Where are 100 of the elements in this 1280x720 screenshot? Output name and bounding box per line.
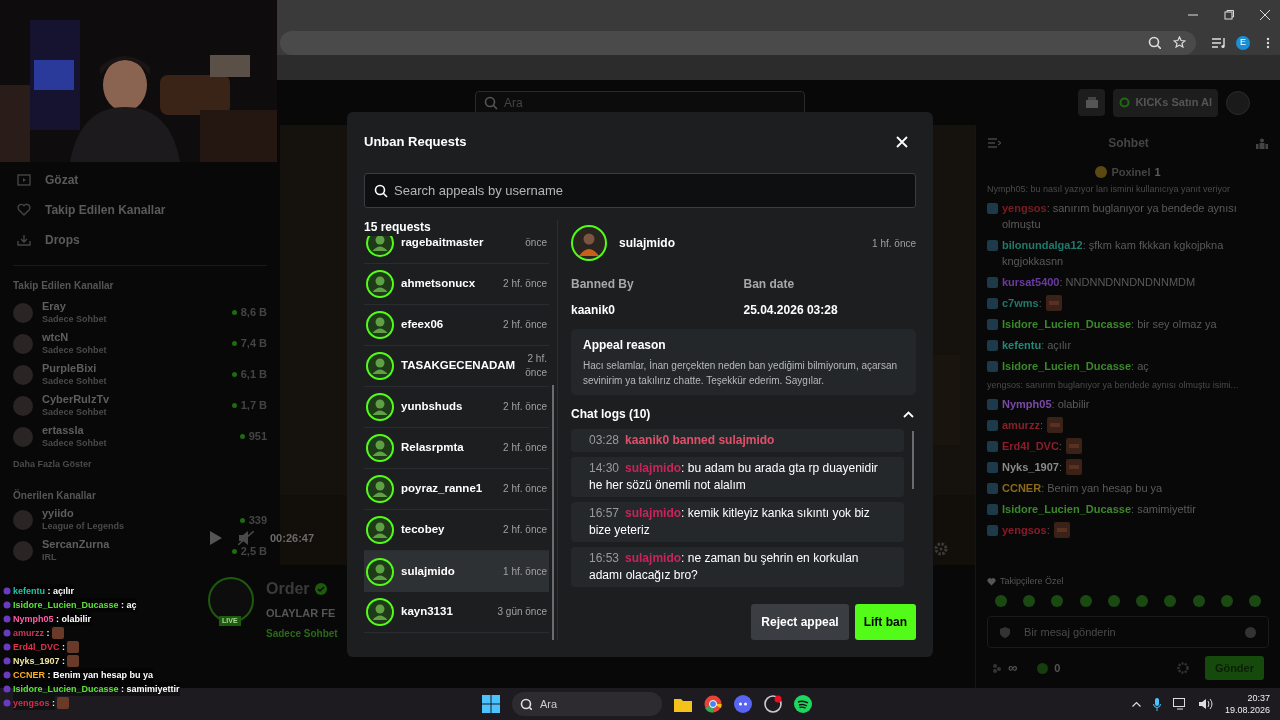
- game-app-icon[interactable]: [764, 695, 782, 713]
- message-input[interactable]: Bir mesaj gönderin: [987, 616, 1269, 648]
- microphone-icon[interactable]: [1152, 697, 1161, 711]
- emote-icon: [51, 627, 64, 639]
- emote-icon[interactable]: [1247, 594, 1262, 608]
- collapse-icon[interactable]: [988, 138, 1001, 148]
- emote-icon: [1046, 417, 1063, 433]
- reject-button[interactable]: Reject appeal: [751, 604, 849, 640]
- profile-button[interactable]: E: [1236, 35, 1250, 50]
- section-title: Önerilen Kanallar: [13, 488, 97, 503]
- play-icon[interactable]: [210, 531, 222, 546]
- settings-icon[interactable]: [1176, 662, 1189, 674]
- maximize-icon[interactable]: [1224, 10, 1234, 20]
- channel-item[interactable]: PurpleBixi Sadece Sohbet 6,1 B: [13, 359, 267, 390]
- live-dot-icon: [239, 434, 245, 439]
- chat-log-entry: 03:28 kaanik0 banned sulajmido: [571, 429, 904, 452]
- search-field[interactable]: Search appeals by username: [364, 173, 916, 208]
- avatar: [366, 352, 394, 380]
- followers-only-label: Takipçilere Özel: [1000, 574, 1064, 588]
- search-icon: [484, 95, 498, 110]
- media-icon[interactable]: [1212, 36, 1226, 49]
- channel-item[interactable]: SercanZurna IRL 2,5 B: [13, 535, 267, 567]
- request-item[interactable]: poyraz_ranne1 2 hf. önce: [364, 469, 549, 510]
- request-item[interactable]: ahmetsonucx 2 hf. önce: [364, 264, 549, 305]
- request-item[interactable]: kayn3131 3 gün önce: [364, 592, 549, 633]
- badge-icon: [987, 441, 998, 452]
- channel-item[interactable]: CyberRulzTv Sadece Sohbet 1,7 B: [13, 390, 267, 421]
- close-icon[interactable]: [1260, 10, 1270, 20]
- chat-message: Nyks_1907:: [1002, 460, 1062, 475]
- kicks-count: 0: [1054, 660, 1061, 676]
- stream-category[interactable]: Sadece Sohbet: [266, 625, 338, 641]
- emote-icon[interactable]: [1078, 594, 1093, 608]
- emote-icon: [1065, 438, 1082, 454]
- request-item[interactable]: efeex06 2 hf. önce: [364, 305, 549, 346]
- emote-icon[interactable]: [1163, 594, 1178, 608]
- network-icon[interactable]: [1172, 698, 1187, 710]
- store-button[interactable]: [1078, 89, 1106, 116]
- volume-icon[interactable]: [1198, 698, 1213, 710]
- channel-name: CyberRulzTv: [42, 392, 110, 406]
- nav-item[interactable]: Takip Edilen Kanallar: [13, 195, 267, 225]
- emote-icon[interactable]: [1050, 594, 1065, 608]
- emote-icon[interactable]: [1191, 594, 1206, 608]
- emote-icon: [1065, 459, 1082, 475]
- search-icon: [374, 183, 388, 198]
- chat-app-icon[interactable]: [734, 695, 752, 713]
- avatar: [571, 225, 607, 261]
- overlay-chat-message: yengsos :: [13, 696, 55, 710]
- channel-name: Eray: [42, 299, 67, 313]
- emote-icon[interactable]: [1106, 594, 1121, 608]
- channel-item[interactable]: yyiido League of Legends 339: [13, 504, 267, 536]
- lift-ban-button[interactable]: Lift ban: [854, 604, 916, 640]
- live-dot-icon: [231, 310, 237, 315]
- channel-name: ertassla: [42, 423, 85, 437]
- chat-title: Sohbet: [1108, 135, 1149, 152]
- nav-item[interactable]: Gözat: [13, 165, 267, 195]
- browser-icon[interactable]: [704, 695, 722, 713]
- channel-item[interactable]: Eray Sadece Sohbet 8,6 B: [13, 297, 267, 328]
- channel-item[interactable]: ertassla Sadece Sohbet 951: [13, 421, 267, 452]
- live-dot-icon: [231, 403, 237, 408]
- scrollbar-thumb[interactable]: [912, 431, 914, 489]
- request-item[interactable]: sulajmido 1 hf. önce: [364, 551, 549, 592]
- request-item[interactable]: TASAKGECENADAM 2 hf. önce: [364, 346, 549, 387]
- request-item[interactable]: ragebaitmaster önce: [364, 236, 549, 264]
- scrollbar-thumb[interactable]: [552, 385, 554, 640]
- mute-icon[interactable]: [238, 531, 254, 546]
- emote-icon[interactable]: [1135, 594, 1150, 608]
- search-field[interactable]: Ara: [512, 692, 662, 716]
- emote-icon[interactable]: [1219, 594, 1234, 608]
- music-app-icon[interactable]: [794, 695, 812, 713]
- avatar: [13, 395, 33, 416]
- search-field[interactable]: Ara: [475, 90, 805, 115]
- zoom-icon[interactable]: [1148, 36, 1161, 49]
- channel-item[interactable]: wtcN Sadece Sohbet 7,4 B: [13, 328, 267, 359]
- users-icon[interactable]: [1256, 137, 1268, 149]
- badge-icon: [987, 298, 998, 309]
- live-dot-icon: [231, 372, 237, 377]
- channel-category: Sadece Sohbet: [42, 343, 107, 357]
- show-more-link[interactable]: Daha Fazla Göster: [13, 458, 267, 472]
- heart-icon: [17, 203, 31, 217]
- chevron-up-icon[interactable]: [1131, 701, 1141, 707]
- folder-icon[interactable]: [674, 696, 692, 712]
- more-icon[interactable]: [1266, 36, 1270, 49]
- badge-icon: [987, 340, 998, 351]
- gift-icon: [1095, 166, 1108, 178]
- windows-icon[interactable]: [482, 695, 500, 713]
- settings-icon[interactable]: [934, 542, 948, 556]
- nav-item[interactable]: Drops: [13, 225, 267, 255]
- timestamp: 1 hf. önce: [872, 236, 916, 251]
- emote-icon[interactable]: [1022, 594, 1037, 608]
- chat-message: kursat5400: NNDNNDNNDNDNNMDM: [1002, 275, 1196, 290]
- chat-message: amurzz:: [1002, 418, 1043, 433]
- request-item[interactable]: yunbshuds 2 hf. önce: [364, 387, 549, 428]
- star-icon[interactable]: [1173, 36, 1186, 49]
- smile-icon[interactable]: [1245, 626, 1256, 638]
- clock[interactable]: 20:37 19.08.2026: [1224, 692, 1270, 716]
- emote-icon[interactable]: [994, 594, 1008, 608]
- kicks-button[interactable]: KICKs Satın Al: [1113, 88, 1218, 117]
- request-item[interactable]: Relasrpmta 2 hf. önce: [364, 428, 549, 469]
- username: sulajmido: [619, 235, 675, 252]
- chat-message: yengsos: sanırım buglanıyor ya bendede aynısı olmuştu: [1002, 201, 1238, 232]
